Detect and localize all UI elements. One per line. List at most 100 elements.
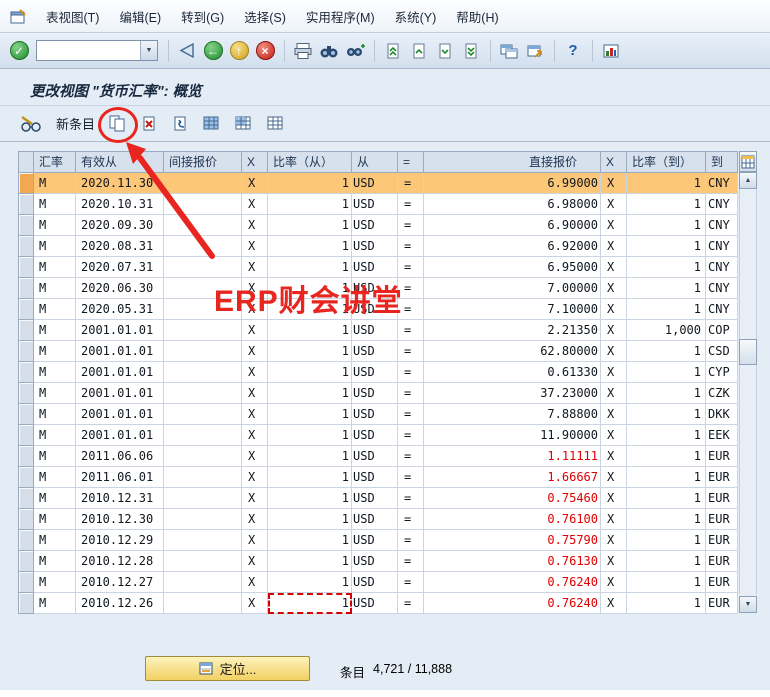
- cell-x2[interactable]: X: [601, 341, 627, 362]
- cell-x1[interactable]: X: [242, 593, 268, 614]
- cell-ratio_to[interactable]: 1: [627, 530, 706, 551]
- deselect-all-button[interactable]: [261, 111, 290, 136]
- cell-rate[interactable]: M: [34, 383, 76, 404]
- cell-from[interactable]: USD: [352, 320, 398, 341]
- exit-button[interactable]: ↑: [227, 39, 251, 63]
- cell-from[interactable]: USD: [352, 425, 398, 446]
- cell-ratio_to[interactable]: 1: [627, 467, 706, 488]
- row-selector[interactable]: [19, 362, 34, 383]
- menu-item-help[interactable]: 帮助(H): [446, 4, 508, 29]
- cell-date[interactable]: 2020.08.31: [76, 236, 164, 257]
- header-rate-type[interactable]: 汇率: [34, 152, 76, 173]
- cell-indirect[interactable]: [164, 236, 242, 257]
- cell-date[interactable]: 2020.10.31: [76, 194, 164, 215]
- cell-date[interactable]: 2010.12.31: [76, 488, 164, 509]
- cell-ratio_to[interactable]: 1: [627, 257, 706, 278]
- cell-date[interactable]: 2010.12.26: [76, 593, 164, 614]
- cell-direct[interactable]: 1.11111: [424, 446, 601, 467]
- cell-eq[interactable]: =: [398, 320, 424, 341]
- cell-direct[interactable]: 0.76100: [424, 509, 601, 530]
- cell-date[interactable]: 2001.01.01: [76, 341, 164, 362]
- cell-date[interactable]: 2020.05.31: [76, 299, 164, 320]
- cell-date[interactable]: 2020.06.30: [76, 278, 164, 299]
- cell-eq[interactable]: =: [398, 488, 424, 509]
- cell-x1[interactable]: X: [242, 341, 268, 362]
- cell-rate[interactable]: M: [34, 215, 76, 236]
- cell-rate[interactable]: M: [34, 173, 76, 194]
- row-selector[interactable]: [19, 194, 34, 215]
- row-selector[interactable]: [19, 383, 34, 404]
- scroll-up-button[interactable]: ▲: [739, 172, 757, 189]
- select-all-button[interactable]: [197, 111, 226, 136]
- cell-x2[interactable]: X: [601, 299, 627, 320]
- cell-x1[interactable]: X: [242, 425, 268, 446]
- help-button[interactable]: ?: [561, 39, 585, 63]
- scroll-thumb[interactable]: [739, 339, 757, 365]
- cell-rate[interactable]: M: [34, 467, 76, 488]
- cell-direct[interactable]: 0.61330: [424, 362, 601, 383]
- last-page-button[interactable]: [459, 39, 483, 63]
- cell-to[interactable]: CNY: [706, 173, 738, 194]
- cell-from[interactable]: USD: [352, 593, 398, 614]
- cell-direct[interactable]: 7.10000: [424, 299, 601, 320]
- cell-indirect[interactable]: [164, 488, 242, 509]
- cell-eq[interactable]: =: [398, 425, 424, 446]
- back-button[interactable]: ←: [201, 39, 225, 63]
- cell-eq[interactable]: =: [398, 446, 424, 467]
- cell-from[interactable]: USD: [352, 488, 398, 509]
- cell-rate[interactable]: M: [34, 446, 76, 467]
- row-selector[interactable]: [19, 257, 34, 278]
- cell-eq[interactable]: =: [398, 194, 424, 215]
- cell-direct[interactable]: 1.66667: [424, 467, 601, 488]
- cell-x2[interactable]: X: [601, 488, 627, 509]
- cell-date[interactable]: 2001.01.01: [76, 383, 164, 404]
- cell-date[interactable]: 2001.01.01: [76, 425, 164, 446]
- cell-x2[interactable]: X: [601, 278, 627, 299]
- previous-page-button[interactable]: [407, 39, 431, 63]
- header-direct-quote[interactable]: 直接报价: [424, 152, 601, 173]
- cell-indirect[interactable]: [164, 425, 242, 446]
- cell-date[interactable]: 2010.12.29: [76, 530, 164, 551]
- cell-x1[interactable]: X: [242, 446, 268, 467]
- cell-eq[interactable]: =: [398, 509, 424, 530]
- cell-to[interactable]: EUR: [706, 446, 738, 467]
- row-selector[interactable]: [19, 320, 34, 341]
- cell-date[interactable]: 2001.01.01: [76, 404, 164, 425]
- find-next-button[interactable]: [343, 39, 367, 63]
- cell-rate[interactable]: M: [34, 551, 76, 572]
- cell-ratio_from[interactable]: 1: [268, 509, 352, 530]
- cell-to[interactable]: EUR: [706, 551, 738, 572]
- cell-eq[interactable]: =: [398, 593, 424, 614]
- enter-button[interactable]: ✓: [7, 39, 31, 63]
- cell-x1[interactable]: X: [242, 173, 268, 194]
- cell-from[interactable]: USD: [352, 572, 398, 593]
- cell-rate[interactable]: M: [34, 425, 76, 446]
- cell-from[interactable]: USD: [352, 173, 398, 194]
- command-field[interactable]: [37, 41, 140, 60]
- cancel-button[interactable]: ×: [253, 39, 277, 63]
- cell-ratio_from[interactable]: 1: [268, 404, 352, 425]
- cell-date[interactable]: 2010.12.27: [76, 572, 164, 593]
- row-selector[interactable]: [19, 530, 34, 551]
- cell-rate[interactable]: M: [34, 509, 76, 530]
- cell-from[interactable]: USD: [352, 551, 398, 572]
- cell-ratio_to[interactable]: 1: [627, 236, 706, 257]
- cell-eq[interactable]: =: [398, 572, 424, 593]
- cell-ratio_from[interactable]: 1: [268, 467, 352, 488]
- cell-eq[interactable]: =: [398, 215, 424, 236]
- cell-indirect[interactable]: [164, 341, 242, 362]
- cell-ratio_to[interactable]: 1: [627, 509, 706, 530]
- cell-ratio_from[interactable]: 1: [268, 446, 352, 467]
- cell-x1[interactable]: X: [242, 257, 268, 278]
- cell-x1[interactable]: X: [242, 530, 268, 551]
- cell-direct[interactable]: 11.90000: [424, 425, 601, 446]
- row-selector[interactable]: [19, 425, 34, 446]
- cell-ratio_to[interactable]: 1: [627, 215, 706, 236]
- cell-direct[interactable]: 0.76240: [424, 593, 601, 614]
- window-icon[interactable]: [8, 6, 28, 26]
- scroll-track[interactable]: [739, 189, 757, 594]
- cell-eq[interactable]: =: [398, 173, 424, 194]
- cell-to[interactable]: EUR: [706, 593, 738, 614]
- cell-ratio_to[interactable]: 1: [627, 593, 706, 614]
- cell-indirect[interactable]: [164, 446, 242, 467]
